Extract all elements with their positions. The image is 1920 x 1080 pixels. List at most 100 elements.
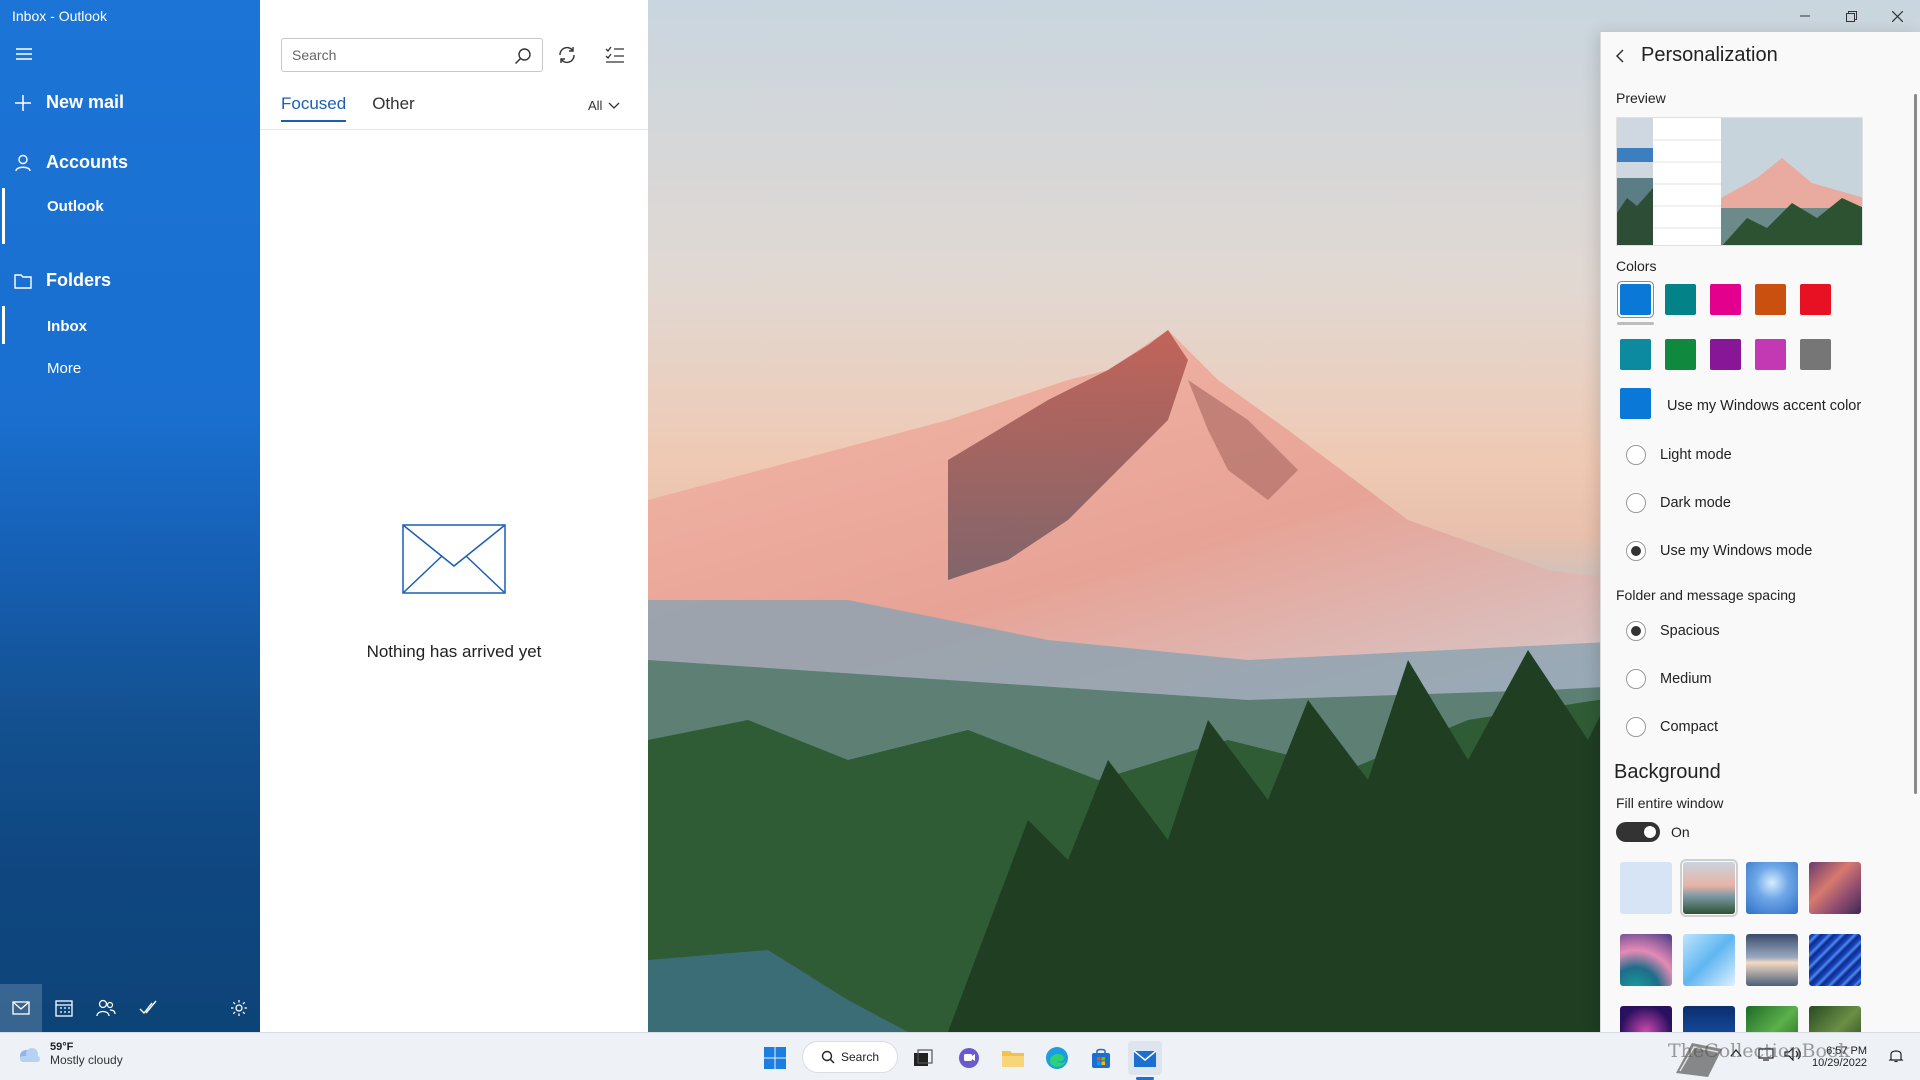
folder-inbox[interactable]: Inbox <box>47 318 87 335</box>
filter-dropdown[interactable]: All <box>588 98 620 113</box>
search-icon[interactable] <box>514 47 532 65</box>
mail-app-button[interactable] <box>0 984 43 1032</box>
background-thumbnail[interactable] <box>1746 862 1798 914</box>
background-thumbnail[interactable] <box>1746 1006 1798 1032</box>
start-button[interactable] <box>758 1041 792 1075</box>
color-swatch[interactable] <box>1800 339 1831 370</box>
restore-button[interactable] <box>1828 0 1874 32</box>
weather-widget[interactable]: 59°F Mostly cloudy <box>16 1041 123 1067</box>
radio-button-selected[interactable] <box>1626 541 1646 561</box>
people-app-button[interactable] <box>85 984 127 1032</box>
color-swatch[interactable] <box>1665 339 1696 370</box>
account-outlook[interactable]: Outlook <box>47 198 104 215</box>
close-button[interactable] <box>1874 0 1920 32</box>
calendar-icon <box>54 1000 73 1017</box>
spacious-label: Spacious <box>1660 623 1720 639</box>
background-heading: Background <box>1614 761 1721 783</box>
folders-label: Folders <box>46 270 112 290</box>
mail-taskbar-button[interactable] <box>1128 1041 1162 1075</box>
calendar-app-button[interactable] <box>42 984 84 1032</box>
notification-bell-icon <box>1888 1050 1904 1063</box>
color-swatch[interactable] <box>1665 284 1696 315</box>
folder-more[interactable]: More <box>47 360 81 377</box>
radio-button-selected[interactable] <box>1626 621 1646 641</box>
restore-icon <box>1845 10 1857 22</box>
chevron-down-icon <box>608 102 620 109</box>
color-swatch[interactable] <box>1710 284 1741 315</box>
background-thumbnail[interactable] <box>1746 934 1798 986</box>
task-view-button[interactable] <box>906 1041 940 1075</box>
compact-option[interactable]: Compact <box>1626 717 1718 737</box>
light-mode-label: Light mode <box>1660 447 1732 463</box>
background-thumbnail[interactable] <box>1809 862 1861 914</box>
folder-selection-indicator <box>2 306 5 344</box>
dark-mode-option[interactable]: Dark mode <box>1626 493 1731 513</box>
todo-app-button[interactable] <box>127 984 169 1032</box>
background-thumbnail[interactable] <box>1809 934 1861 986</box>
task-view-icon <box>914 1049 933 1066</box>
search-box[interactable]: Search <box>281 38 543 72</box>
folders-header[interactable]: Folders <box>0 270 111 291</box>
empty-envelope-icon <box>402 524 506 594</box>
personalization-panel: Personalization Preview Colors Use my Wi… <box>1600 32 1920 1032</box>
filter-label: All <box>588 98 603 113</box>
background-thumbnail[interactable] <box>1809 1006 1861 1032</box>
store-icon <box>1092 1048 1110 1068</box>
notification-button[interactable] <box>1888 1047 1904 1066</box>
inbox-tabs: Focused Other <box>281 94 415 122</box>
chat-button[interactable] <box>952 1041 986 1075</box>
taskbar-search[interactable]: Search <box>802 1041 898 1073</box>
theme-preview <box>1616 117 1863 246</box>
file-explorer-button[interactable] <box>996 1041 1030 1075</box>
color-swatch[interactable] <box>1755 339 1786 370</box>
use-windows-accent-label[interactable]: Use my Windows accent color <box>1667 398 1861 414</box>
radio-button[interactable] <box>1626 493 1646 513</box>
minimize-icon <box>1800 15 1810 17</box>
mail-icon <box>12 1001 30 1015</box>
compact-label: Compact <box>1660 719 1719 735</box>
color-swatch-selected[interactable] <box>1617 282 1654 325</box>
empty-state-message: Nothing has arrived yet <box>366 642 542 661</box>
background-thumbnail[interactable] <box>1620 862 1672 914</box>
color-swatch[interactable] <box>1800 284 1831 315</box>
windows-accent-swatch[interactable] <box>1620 388 1651 419</box>
windows-mode-option[interactable]: Use my Windows mode <box>1626 541 1812 561</box>
back-arrow-icon[interactable] <box>1615 48 1627 63</box>
radio-button[interactable] <box>1626 445 1646 465</box>
store-button[interactable] <box>1084 1041 1118 1075</box>
edge-browser-icon <box>1046 1047 1068 1069</box>
cloud-icon <box>20 1048 40 1062</box>
panel-scrollbar[interactable] <box>1914 94 1917 794</box>
sync-button[interactable] <box>556 44 578 66</box>
medium-option[interactable]: Medium <box>1626 669 1712 689</box>
minimize-button[interactable] <box>1782 0 1828 32</box>
color-swatch[interactable] <box>1755 284 1786 315</box>
background-thumbnail[interactable] <box>1683 1006 1735 1032</box>
tab-focused[interactable]: Focused <box>281 94 347 122</box>
background-thumbnail-selected[interactable] <box>1680 859 1738 917</box>
tab-other[interactable]: Other <box>372 94 415 122</box>
spacious-option[interactable]: Spacious <box>1626 621 1720 641</box>
people-icon <box>96 999 116 1017</box>
taskbar-search-label: Search <box>841 1050 880 1064</box>
accounts-header[interactable]: Accounts <box>0 152 128 173</box>
new-mail-button[interactable]: New mail <box>0 92 124 113</box>
edge-button[interactable] <box>1040 1041 1074 1075</box>
selection-mode-button[interactable] <box>604 44 626 66</box>
hamburger-menu-icon[interactable] <box>14 44 34 64</box>
chat-icon <box>959 1048 979 1068</box>
radio-button[interactable] <box>1626 717 1646 737</box>
background-thumbnail[interactable] <box>1683 934 1735 986</box>
light-mode-option[interactable]: Light mode <box>1626 445 1732 465</box>
radio-button[interactable] <box>1626 669 1646 689</box>
watermark-text: TheCollectionBook <box>1668 1040 1850 1062</box>
settings-button[interactable] <box>218 984 260 1032</box>
color-swatch[interactable] <box>1620 339 1651 370</box>
background-thumbnail[interactable] <box>1620 1006 1672 1032</box>
window-title: Inbox - Outlook <box>12 8 107 24</box>
fill-window-toggle[interactable] <box>1616 822 1660 842</box>
selected-underline <box>1617 322 1654 325</box>
medium-label: Medium <box>1660 671 1712 687</box>
color-swatch[interactable] <box>1710 339 1741 370</box>
background-thumbnail[interactable] <box>1620 934 1672 986</box>
